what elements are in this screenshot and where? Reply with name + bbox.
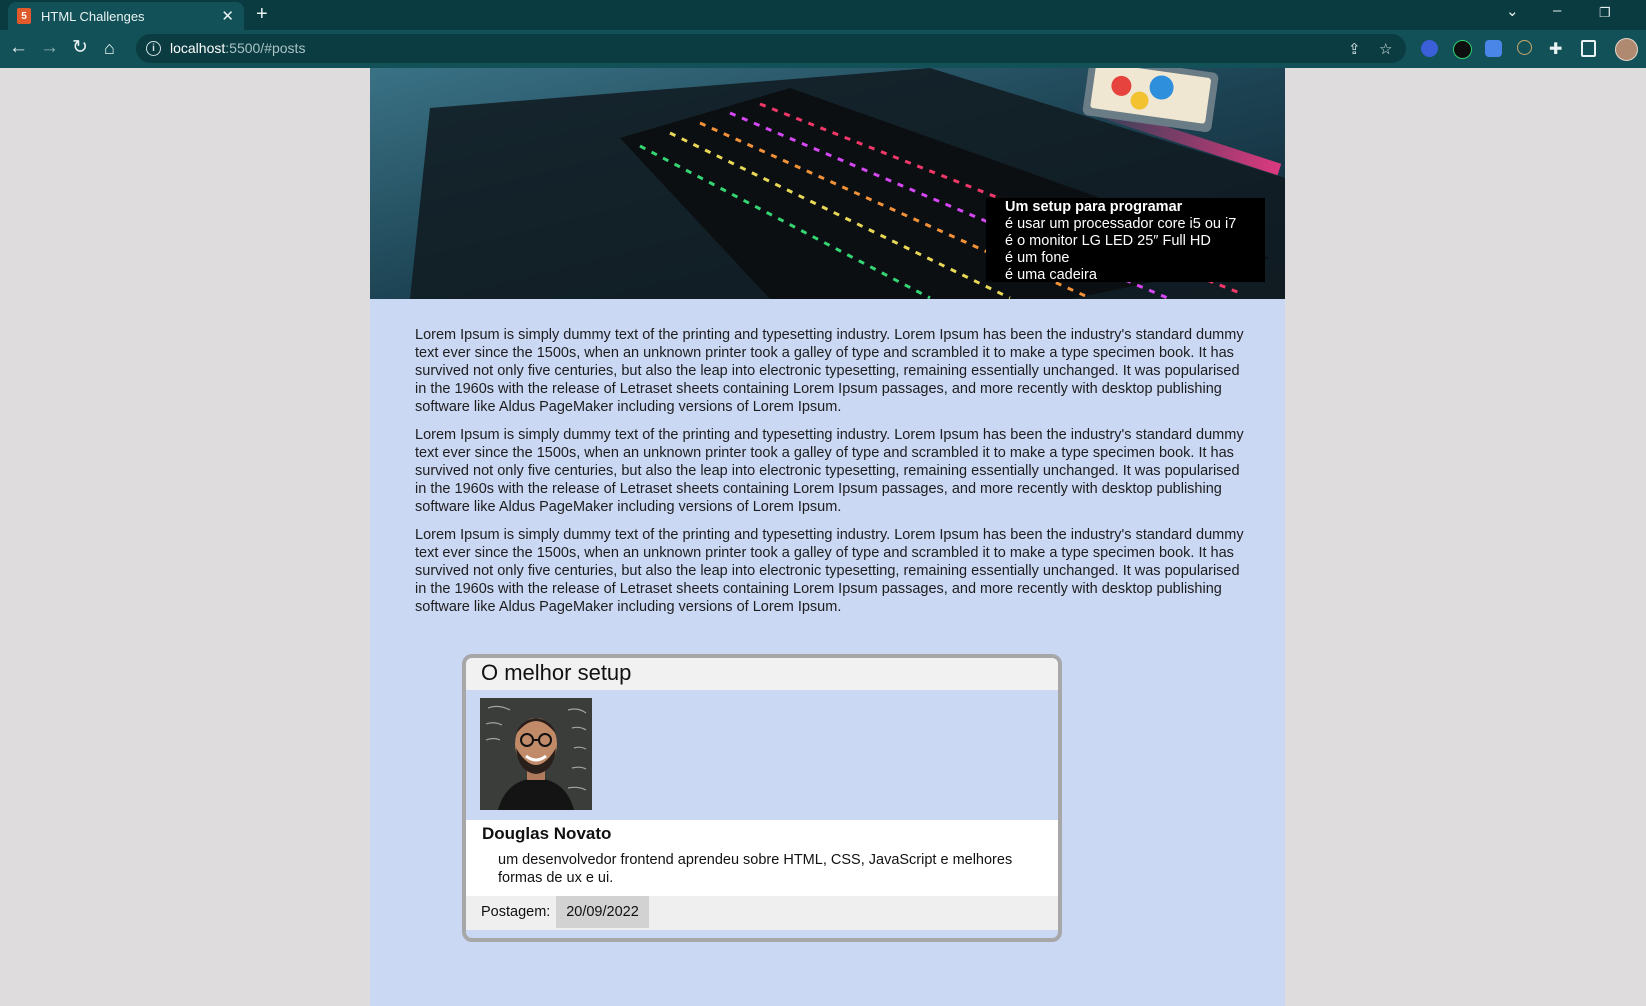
url-path: :5500/#posts [225, 40, 306, 56]
side-panel-icon[interactable] [1581, 40, 1596, 57]
caption-title: Um setup para programar [1005, 199, 1183, 215]
profile-avatar-icon[interactable] [1615, 38, 1638, 61]
bookmark-star-icon[interactable]: ☆ [1379, 40, 1392, 58]
home-icon[interactable]: ⌂ [104, 37, 115, 59]
article-paragraph: Lorem Ipsum is simply dummy text of the … [415, 527, 1244, 615]
browser-tab[interactable]: 5 HTML Challenges ✕ [8, 2, 244, 30]
card-header: O melhor setup [466, 658, 1058, 690]
share-icon[interactable]: ⇪ [1348, 40, 1361, 58]
post-date-label: Postagem: [481, 904, 551, 920]
url-host: localhost [170, 40, 226, 56]
back-arrow-icon[interactable]: ← [9, 37, 28, 59]
author-card: O melhor setup Douglas Novato um desenvo… [462, 654, 1062, 942]
author-portrait-image [480, 698, 592, 810]
extensions-puzzle-icon[interactable]: ✚ [1549, 39, 1562, 61]
extension-gear-icon[interactable] [1421, 40, 1438, 57]
browser-toolbar: ← → ↻ ⌂ i localhost:5500/#posts ⇪ ☆ ✚ [0, 30, 1646, 68]
caption-line: é o monitor LG LED 25″ Full HD [1005, 233, 1211, 249]
card-body: Douglas Novato um desenvolvedor frontend… [466, 820, 1058, 896]
address-bar[interactable]: i localhost:5500/#posts ⇪ ☆ [136, 34, 1406, 63]
minimize-icon[interactable]: – [1553, 2, 1561, 19]
google-translate-icon[interactable] [1485, 40, 1502, 57]
url-text[interactable]: localhost:5500/#posts [170, 40, 305, 56]
post-date: 20/09/2022 [556, 896, 649, 928]
extension-radar-icon[interactable] [1517, 40, 1532, 55]
article-paragraph: Lorem Ipsum is simply dummy text of the … [415, 327, 1244, 415]
author-bio: um desenvolvedor frontend aprendeu sobre… [498, 852, 1013, 886]
caption-line: é um fone [1005, 250, 1070, 266]
tab-strip: 5 HTML Challenges ✕ + ⌄ – ❐ [0, 0, 1646, 30]
reload-icon[interactable]: ↻ [72, 37, 88, 59]
forward-arrow-icon[interactable]: → [40, 37, 59, 59]
tab-title: HTML Challenges [41, 8, 145, 24]
card-footer: Postagem: 20/09/2022 [466, 896, 1058, 930]
restore-icon[interactable]: ❐ [1599, 5, 1611, 21]
card-title: O melhor setup [481, 660, 632, 685]
author-name: Douglas Novato [482, 824, 612, 843]
content-column: Um setup para programar é usar um proces… [370, 68, 1285, 1006]
extension-monitor-icon[interactable] [1453, 40, 1472, 59]
article-body: Lorem Ipsum is simply dummy text of the … [415, 326, 1245, 626]
author-photo [480, 698, 592, 810]
html5-icon: 5 [17, 8, 31, 24]
new-tab-button[interactable]: + [256, 3, 268, 26]
tab-search-chevron-icon[interactable]: ⌄ [1506, 2, 1519, 20]
article-paragraph: Lorem Ipsum is simply dummy text of the … [415, 427, 1244, 515]
caption-line: é uma cadeira [1005, 267, 1097, 283]
hero-caption: Um setup para programar é usar um proces… [986, 198, 1265, 283]
hero-image: Um setup para programar é usar um proces… [370, 68, 1285, 299]
page-viewport: Um setup para programar é usar um proces… [0, 68, 1646, 1006]
caption-line: é usar um processador core i5 ou i7 [1005, 216, 1237, 232]
site-info-icon[interactable]: i [146, 41, 161, 56]
close-tab-icon[interactable]: ✕ [221, 7, 234, 25]
